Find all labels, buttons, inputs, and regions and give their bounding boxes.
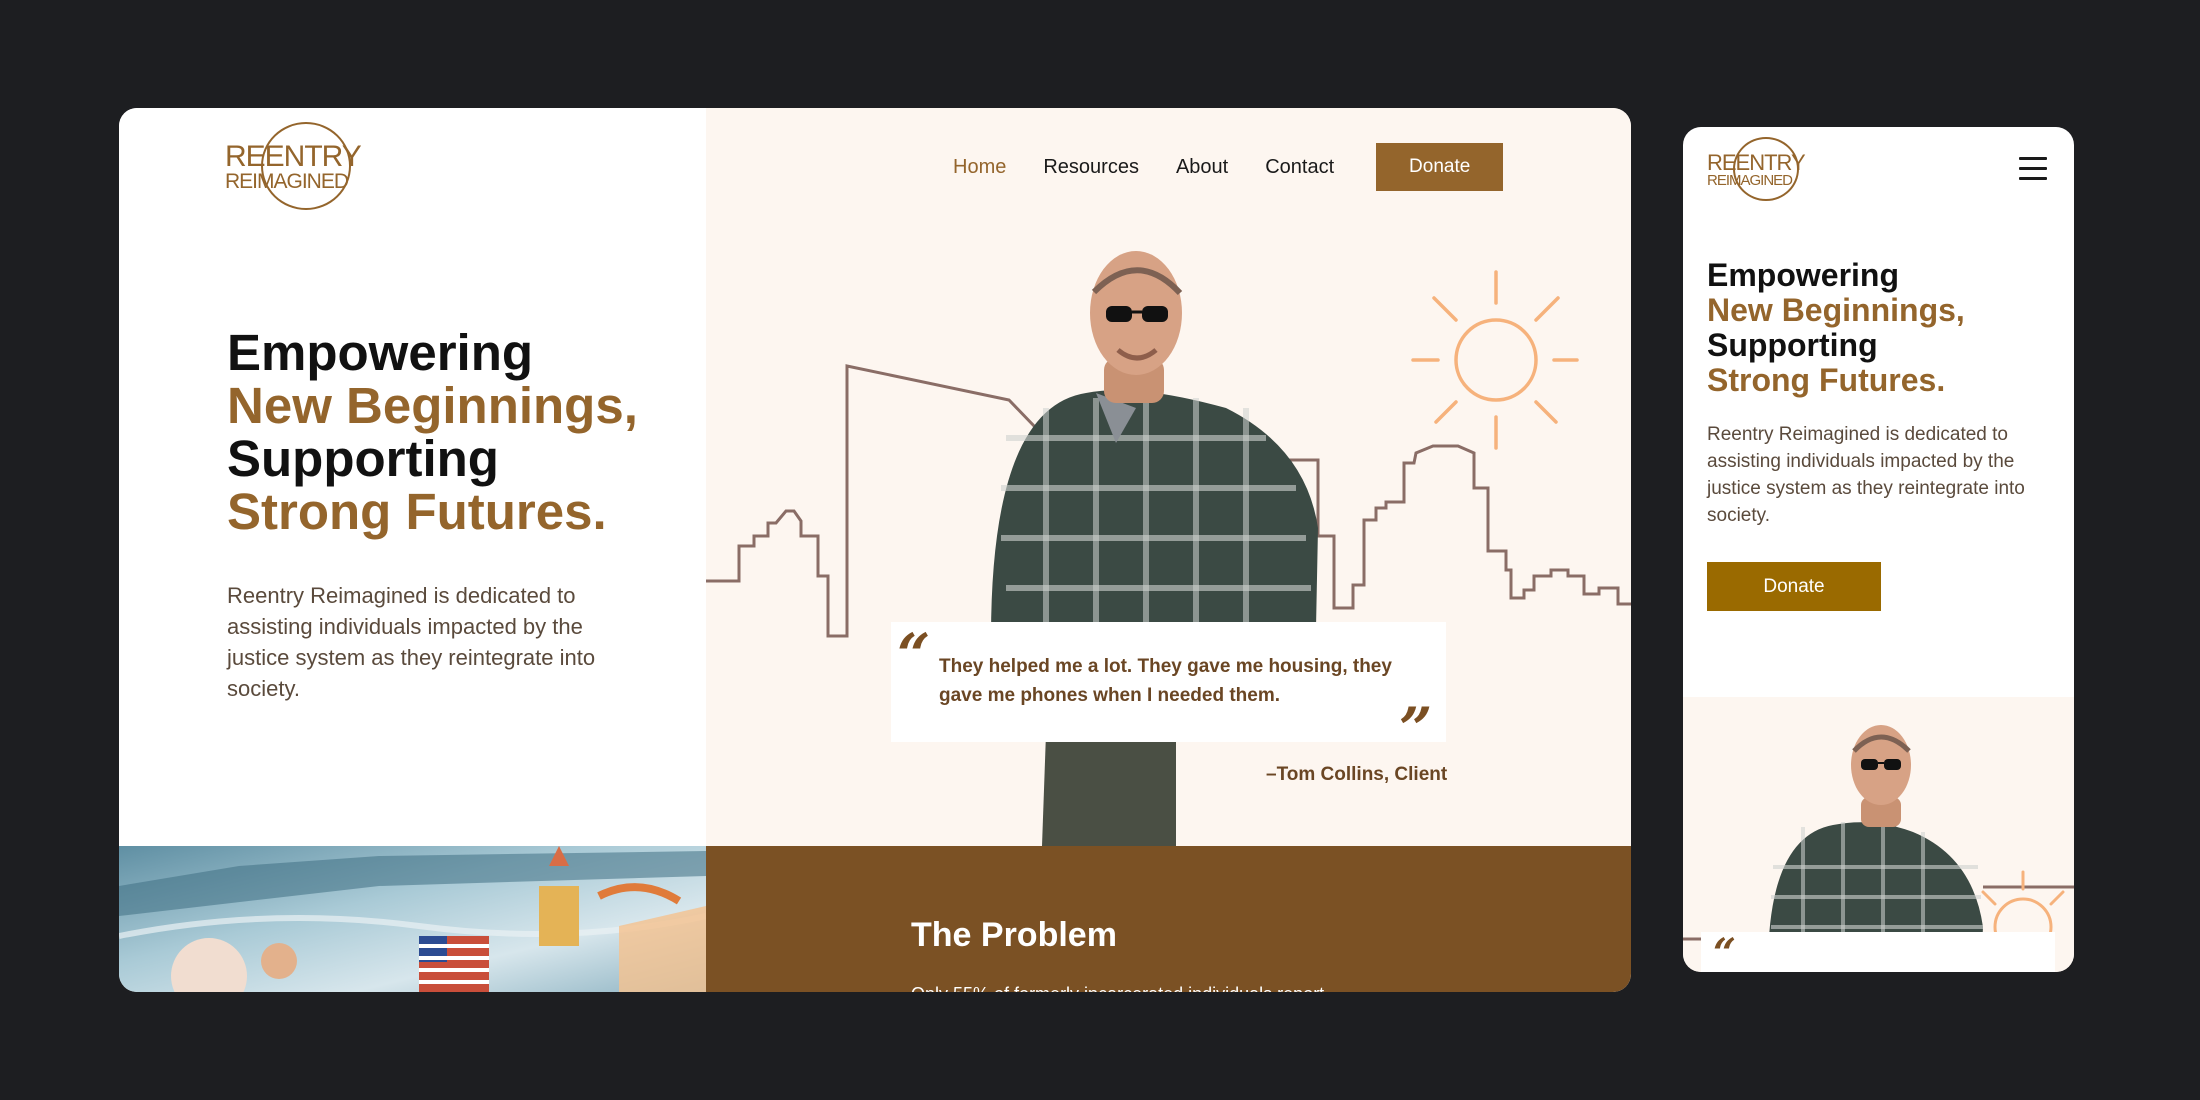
hamburger-bar-1 [2019, 157, 2047, 160]
mobile-hero-description: Reentry Reimagined is dedicated to assis… [1707, 424, 2025, 526]
mobile-logo-line-1: REENTRY [1707, 150, 1806, 175]
logo-line-1: REENTRY [225, 140, 362, 173]
problem-heading: The Problem [911, 916, 1117, 954]
quote-close-icon: ” [1399, 695, 1433, 763]
mobile-hero-line-1: Empowering [1707, 257, 1900, 293]
donate-button[interactable]: Donate [1376, 143, 1504, 191]
mobile-mockup: REENTRY REIMAGINED Empowering New Beginn… [1683, 127, 2074, 972]
mobile-hero-image-area: “ [1683, 697, 2074, 972]
nav-home[interactable]: Home [953, 156, 1006, 179]
hamburger-menu-icon[interactable] [2019, 157, 2047, 183]
logo[interactable]: REENTRY REIMAGINED [225, 122, 375, 214]
mural-image [119, 846, 706, 992]
hero-left-panel: REENTRY REIMAGINED Empowering New Beginn… [119, 108, 706, 846]
hero-heading-line-1: Empowering [227, 324, 534, 381]
hero-heading-line-2: New Beginnings, [227, 377, 638, 434]
nav-resources[interactable]: Resources [1043, 156, 1139, 179]
testimonial-quote: They helped me a lot. They gave me housi… [939, 656, 1392, 706]
sun-icon [1411, 270, 1579, 450]
mural-artwork [119, 846, 706, 992]
logo-line-2: REIMAGINED [225, 170, 349, 193]
mobile-hero-heading: Empowering New Beginnings, Supporting St… [1707, 258, 1965, 398]
nav-contact[interactable]: Contact [1265, 156, 1334, 179]
hamburger-bar-3 [2019, 177, 2047, 180]
hero-right-panel: Home Resources About Contact Donate “ Th… [706, 108, 1631, 846]
mobile-hero-line-2: New Beginnings, [1707, 292, 1965, 328]
mobile-logo[interactable]: REENTRY REIMAGINED [1707, 137, 1817, 205]
nav-about[interactable]: About [1176, 156, 1228, 179]
hero-description: Reentry Reimagined is dedicated to assis… [227, 583, 596, 701]
problem-text: Only 55% of formerly incarcerated indivi… [911, 984, 1324, 992]
problem-section: The Problem Only 55% of formerly incarce… [706, 846, 1631, 992]
mobile-donate-button[interactable]: Donate [1707, 562, 1881, 611]
mobile-hero-line-3: Supporting [1707, 327, 1878, 363]
mobile-testimonial-card: “ [1701, 932, 2055, 972]
client-photo [991, 251, 1318, 846]
mobile-quote-open-icon: “ [1713, 930, 1737, 973]
hero-heading: Empowering New Beginnings, Supporting St… [227, 326, 638, 538]
hero-heading-line-4: Strong Futures. [227, 483, 607, 540]
testimonial-attribution: –Tom Collins, Client [1266, 764, 1448, 785]
testimonial-card: “ They helped me a lot. They gave me hou… [891, 621, 1446, 758]
desktop-mockup: REENTRY REIMAGINED Empowering New Beginn… [119, 108, 1631, 992]
mobile-logo-line-2: REIMAGINED [1707, 172, 1793, 189]
main-nav: Home Resources About Contact Donate [953, 142, 1504, 192]
mobile-hero-line-4: Strong Futures. [1707, 362, 1946, 398]
mobile-illustration [1683, 725, 2074, 967]
quote-open-icon: “ [897, 621, 931, 689]
hamburger-bar-2 [2019, 167, 2047, 170]
hero-heading-line-3: Supporting [227, 430, 499, 487]
